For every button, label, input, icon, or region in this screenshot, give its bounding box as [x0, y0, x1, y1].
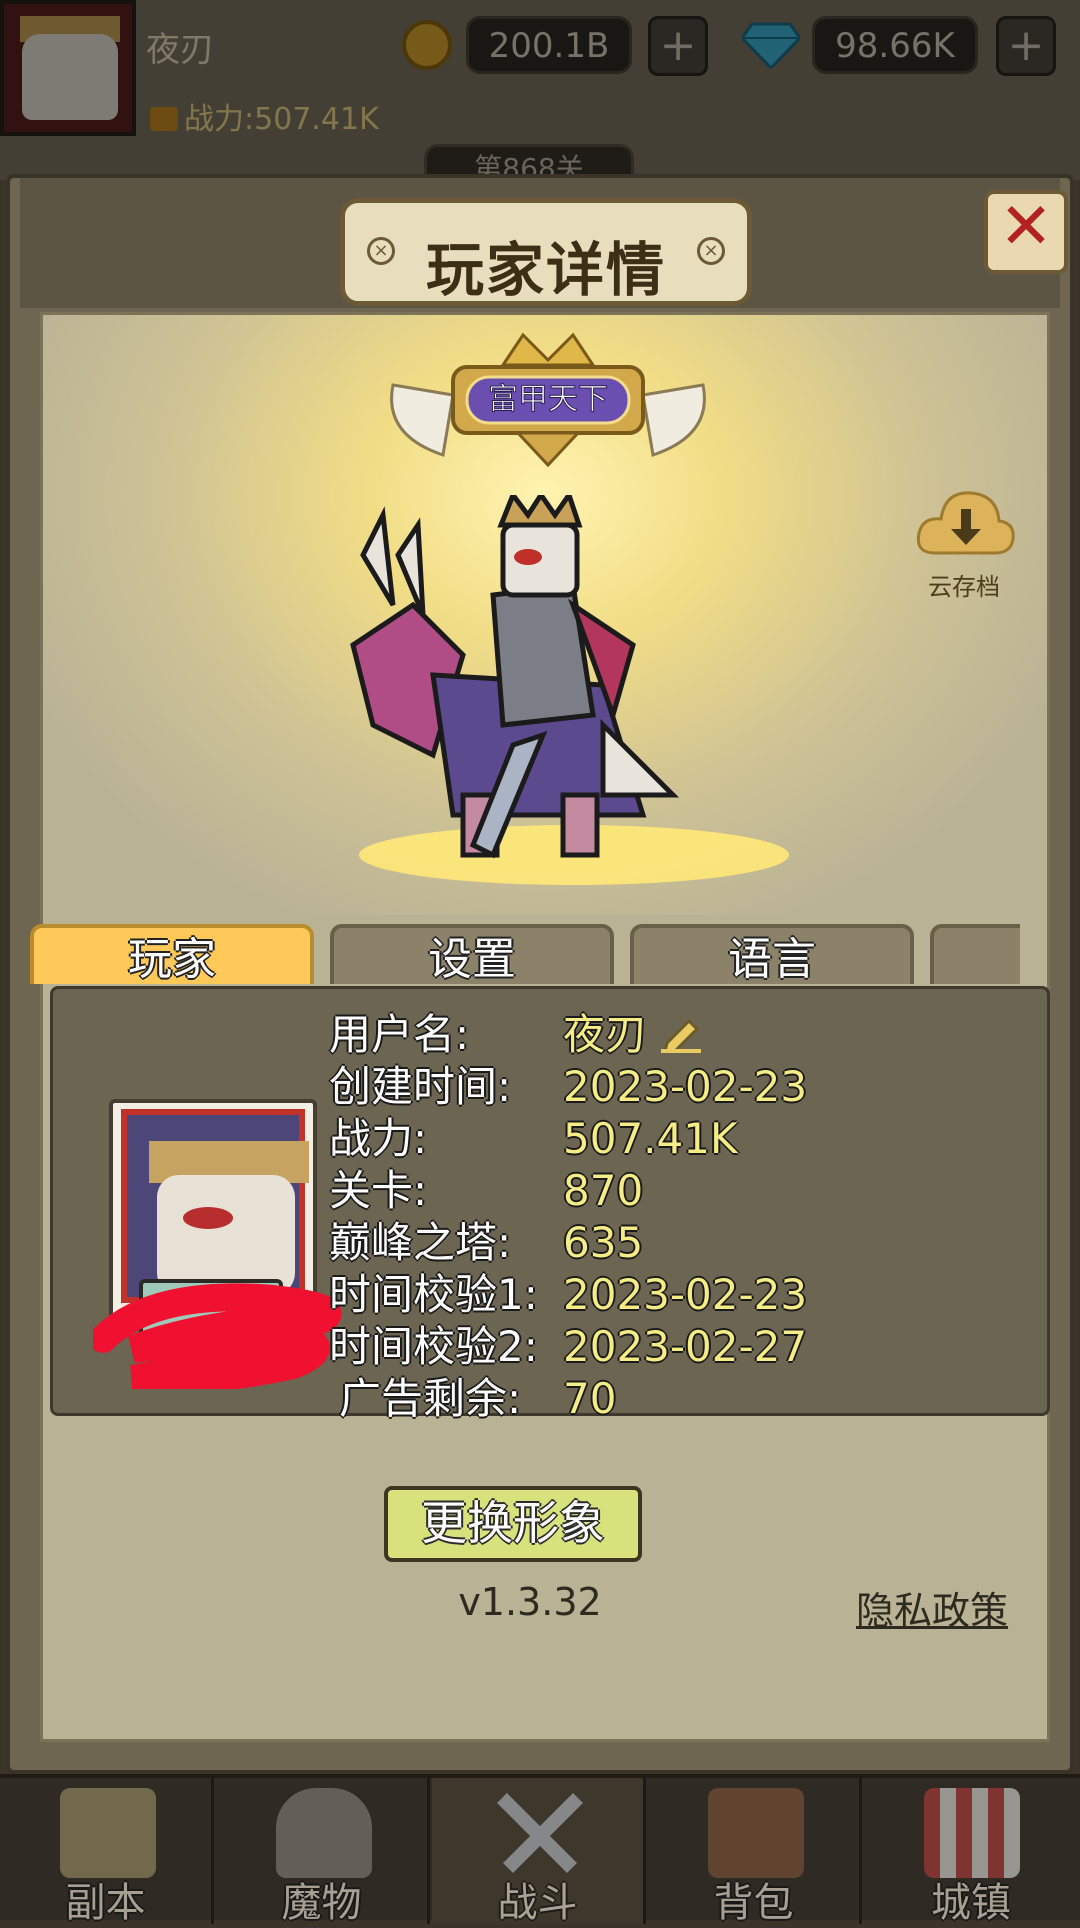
info-value: 507.41K — [563, 1114, 738, 1163]
cloud-save-label: 云存档 — [928, 573, 1000, 601]
hero-showcase: 富甲天下 云存档 — [43, 315, 1047, 915]
map-icon — [60, 1788, 156, 1878]
redaction-scribble — [93, 1283, 342, 1389]
info-row: 战力: 507.41K — [329, 1113, 1029, 1165]
ornament-icon: × — [697, 237, 725, 265]
info-value: 70 — [563, 1374, 617, 1423]
title-badge-text: 富甲天下 — [488, 382, 608, 417]
tab-player[interactable]: 玩家 — [30, 924, 314, 984]
info-value: 635 — [563, 1218, 644, 1267]
info-rows: 用户名: 夜刃 创建时间: 2023-02-23 战力: 507.41K 关卡:… — [329, 1009, 1029, 1425]
version-text: v1.3.32 — [458, 1580, 602, 1624]
change-avatar-button[interactable]: 更换形象 — [384, 1486, 642, 1562]
nav-town[interactable]: 城镇 — [864, 1778, 1078, 1926]
info-value: 2023-02-23 — [563, 1062, 808, 1111]
info-row: 关卡: 870 — [329, 1165, 1029, 1217]
nav-label: 副本 — [65, 1880, 146, 1926]
nav-label: 战斗 — [497, 1880, 578, 1926]
info-label: 关卡: — [329, 1166, 428, 1215]
info-label: 时间校验1: — [329, 1270, 538, 1319]
info-row: 巅峰之塔: 635 — [329, 1217, 1029, 1269]
info-label: 创建时间: — [329, 1062, 512, 1111]
info-value: 870 — [563, 1166, 644, 1215]
tab-settings[interactable]: 设置 — [330, 924, 614, 984]
cloud-download-icon[interactable] — [915, 483, 1015, 563]
town-shop-icon — [924, 1788, 1020, 1878]
edit-pencil-icon[interactable] — [661, 1017, 702, 1053]
close-button[interactable]: ✕ — [984, 190, 1068, 274]
bottom-nav: 副本 魔物 战斗 背包 城镇 — [0, 1774, 1080, 1926]
info-row: 用户名: 夜刃 — [329, 1009, 1029, 1061]
info-value: 2023-02-27 — [563, 1322, 808, 1371]
nav-backpack[interactable]: 背包 — [648, 1778, 862, 1926]
info-label: 巅峰之塔: — [329, 1218, 512, 1267]
info-label: 战力: — [329, 1114, 428, 1163]
monster-helmet-icon — [276, 1788, 372, 1878]
tab-contact[interactable]: 联 — [930, 924, 1020, 984]
info-value: 2023-02-23 — [563, 1270, 808, 1319]
tab-language[interactable]: 语言 — [630, 924, 914, 984]
title-plate: × 玩家详情 × — [340, 198, 752, 306]
player-character-sprite — [350, 495, 680, 859]
username-value: 夜刃 — [563, 1010, 648, 1059]
info-row: 时间校验1: 2023-02-23 — [329, 1269, 1029, 1321]
top-hud: 夜刃 战力:507.41K 200.1B + 98.66K + 第868关 — [0, 0, 1080, 188]
player-info-panel: 用户名: 夜刃 创建时间: 2023-02-23 战力: 507.41K 关卡:… — [50, 986, 1050, 1423]
crossed-swords-icon — [497, 1793, 583, 1873]
nav-dungeon[interactable]: 副本 — [0, 1778, 214, 1926]
privacy-policy-link[interactable]: 隐私政策 — [856, 1580, 1008, 1635]
info-row: 创建时间: 2023-02-23 — [329, 1061, 1029, 1113]
portrait-frame — [121, 1109, 309, 1303]
player-details-modal: × 玩家详情 × ✕ 富甲天下 云存档 玩家 设置 语言 用户名: 夜刃 创建时… — [6, 174, 1074, 1774]
info-label: 广告剩余: — [339, 1374, 522, 1423]
backpack-icon — [708, 1788, 804, 1878]
nav-label: 魔物 — [281, 1880, 362, 1926]
nav-label: 背包 — [713, 1880, 794, 1926]
modal-overlay[interactable] — [0, 0, 1080, 180]
nav-battle[interactable]: 战斗 — [432, 1778, 646, 1926]
skull-icon — [157, 1175, 295, 1295]
close-icon: ✕ — [999, 190, 1053, 264]
info-row: 时间校验2: 2023-02-27 — [329, 1321, 1029, 1373]
info-row: 广告剩余: 70 — [329, 1373, 1029, 1425]
info-label: 时间校验2: — [329, 1322, 538, 1371]
title-badge: 富甲天下 — [390, 332, 706, 468]
nav-monsters[interactable]: 魔物 — [216, 1778, 430, 1926]
detail-tabs: 玩家 设置 语言 联 — [30, 924, 1020, 984]
nav-label: 城镇 — [931, 1880, 1011, 1926]
eye-icon — [183, 1207, 233, 1229]
modal-title: 玩家详情 — [425, 236, 666, 304]
info-value: 夜刃 — [563, 1009, 702, 1061]
info-label: 用户名: — [329, 1010, 470, 1059]
